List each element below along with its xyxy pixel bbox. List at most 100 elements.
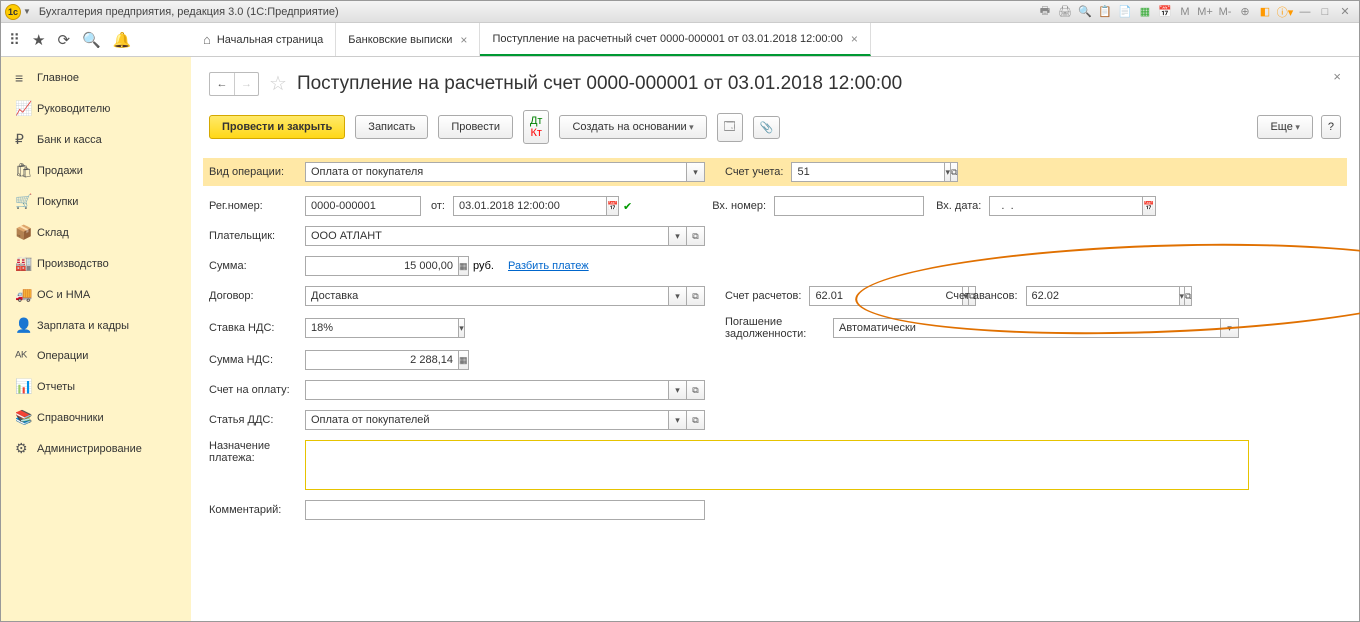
invoice-field[interactable] — [305, 380, 669, 400]
toolbar-icon[interactable]: M- — [1216, 3, 1234, 21]
debt-field[interactable] — [833, 318, 1221, 338]
toolbar-icon[interactable]: 📄 — [1116, 3, 1134, 21]
dropdown-icon[interactable]: ▾ — [669, 226, 687, 246]
attach-button[interactable]: 📎 — [753, 116, 781, 139]
split-payment-link[interactable]: Разбить платеж — [508, 260, 589, 272]
regnum-field[interactable] — [305, 196, 421, 216]
calendar-icon[interactable]: 📅 — [1143, 196, 1155, 216]
sidebar-item-admin[interactable]: ⚙Администрирование — [1, 433, 191, 464]
tab-label: Банковские выписки — [348, 34, 452, 46]
history-icon[interactable]: ⟳ — [57, 31, 70, 49]
calculator-icon[interactable]: ▦ — [1136, 3, 1154, 21]
sidebar-item-bank[interactable]: ₽Банк и касса — [1, 124, 191, 155]
search-icon[interactable]: 🔍 — [82, 31, 101, 49]
sidebar-item-reports[interactable]: 📊Отчеты — [1, 371, 191, 402]
sum-label: Сумма: — [209, 260, 305, 272]
toolbar-icon[interactable]: ◧ — [1256, 3, 1274, 21]
close-document-icon[interactable]: × — [1333, 69, 1341, 84]
inc-num-field[interactable] — [774, 196, 924, 216]
toolbar-icon[interactable]: 🖨 — [1056, 3, 1074, 21]
save-button[interactable]: Записать — [355, 115, 428, 139]
sidebar-item-assets[interactable]: 🚚ОС и НМА — [1, 279, 191, 310]
toolbar-icon[interactable]: M+ — [1196, 3, 1214, 21]
favorite-toggle-icon[interactable]: ☆ — [269, 71, 287, 96]
dtkt-icon: ᴬᴷ — [15, 348, 37, 364]
toolbar-icon[interactable]: ⊕ — [1236, 3, 1254, 21]
dropdown-icon[interactable]: ▾ — [669, 286, 687, 306]
contract-field[interactable] — [305, 286, 669, 306]
calculator-icon[interactable]: ▦ — [459, 350, 469, 370]
tab-close-icon[interactable]: × — [460, 33, 467, 47]
sidebar-item-label: Отчеты — [37, 381, 75, 393]
help-button[interactable]: ? — [1321, 115, 1341, 139]
post-button[interactable]: Провести — [438, 115, 513, 139]
bell-icon[interactable]: 🔔 — [113, 31, 132, 49]
toolbar-icon[interactable]: 🔍 — [1076, 3, 1094, 21]
maximize-icon[interactable]: □ — [1316, 3, 1334, 21]
home-icon: ⌂ — [203, 32, 211, 47]
date-field[interactable] — [453, 196, 607, 216]
dds-field[interactable] — [305, 410, 669, 430]
dropdown-icon[interactable]: ▾ — [669, 410, 687, 430]
toolbar-icon[interactable]: M — [1176, 3, 1194, 21]
operation-select[interactable] — [305, 162, 687, 182]
comment-field[interactable] — [305, 500, 705, 520]
tab-incoming-payment[interactable]: Поступление на расчетный счет 0000-00000… — [480, 23, 870, 56]
calendar-icon[interactable]: 📅 — [1156, 3, 1174, 21]
open-icon[interactable]: ⧉ — [1185, 286, 1192, 306]
dropdown-icon[interactable]: ▾ — [669, 380, 687, 400]
minimize-icon[interactable]: — — [1296, 3, 1314, 21]
apps-icon[interactable]: ⠿ — [9, 31, 20, 49]
sidebar-item-warehouse[interactable]: 📦Склад — [1, 217, 191, 248]
info-icon[interactable]: ⓘ▾ — [1276, 3, 1294, 21]
open-icon[interactable]: ⧉ — [687, 286, 705, 306]
structure-button[interactable]: 🗔 — [717, 113, 743, 142]
dropdown-icon[interactable]: ▾ — [687, 162, 705, 182]
favorite-icon[interactable]: ★ — [32, 31, 45, 49]
sidebar-item-references[interactable]: 📚Справочники — [1, 402, 191, 433]
settle-acc-field[interactable] — [809, 286, 963, 306]
dropdown-icon[interactable]: ▾ — [459, 318, 465, 338]
tab-label: Начальная страница — [217, 34, 323, 46]
advance-acc-label: Счет авансов: — [945, 290, 1017, 302]
sidebar-item-purchases[interactable]: 🛒Покупки — [1, 186, 191, 217]
inc-date-field[interactable] — [989, 196, 1143, 216]
calendar-icon[interactable]: 📅 — [607, 196, 619, 216]
sidebar-item-salary[interactable]: 👤Зарплата и кадры — [1, 310, 191, 341]
open-icon[interactable]: ⧉ — [687, 226, 705, 246]
calculator-icon[interactable]: ▦ — [459, 256, 469, 276]
sum-field[interactable] — [305, 256, 459, 276]
vat-sum-field[interactable] — [305, 350, 459, 370]
account-field[interactable] — [791, 162, 945, 182]
open-icon[interactable]: ⧉ — [687, 410, 705, 430]
open-icon[interactable]: ⧉ — [951, 162, 958, 182]
sidebar-item-operations[interactable]: ᴬᴷОперации — [1, 341, 191, 371]
tab-bank-statements[interactable]: Банковские выписки × — [336, 23, 480, 56]
purpose-textarea[interactable] — [305, 440, 1249, 490]
post-and-close-button[interactable]: Провести и закрыть — [209, 115, 345, 139]
app-menu-dropdown-icon[interactable]: ▼ — [23, 7, 31, 16]
open-icon[interactable]: ⧉ — [687, 380, 705, 400]
sidebar-item-manager[interactable]: 📈Руководителю — [1, 93, 191, 124]
dropdown-icon[interactable]: ▾ — [1221, 318, 1239, 338]
toolbar-icon[interactable]: 📋 — [1096, 3, 1114, 21]
person-icon: 👤 — [15, 317, 37, 334]
close-icon[interactable]: ✕ — [1336, 3, 1354, 21]
tab-home[interactable]: ⌂ Начальная страница — [191, 23, 336, 56]
create-based-button[interactable]: Создать на основании — [559, 115, 706, 139]
books-icon: 📚 — [15, 409, 37, 426]
sidebar-item-sales[interactable]: 🛍Продажи — [1, 155, 191, 186]
advance-acc-field[interactable] — [1026, 286, 1180, 306]
vat-rate-label: Ставка НДС: — [209, 322, 305, 334]
vat-rate-field[interactable] — [305, 318, 459, 338]
tab-close-icon[interactable]: × — [851, 32, 858, 46]
sidebar-item-main[interactable]: ≡Главное — [1, 63, 191, 93]
more-button[interactable]: Еще — [1257, 115, 1312, 139]
dtkt-button[interactable]: ДтКт — [523, 110, 550, 144]
nav-forward-button[interactable]: → — [234, 73, 258, 95]
sidebar-item-production[interactable]: 🏭Производство — [1, 248, 191, 279]
toolbar-icon[interactable]: 🖶 — [1036, 3, 1054, 21]
nav-back-button[interactable]: ← — [210, 73, 234, 95]
payer-field[interactable] — [305, 226, 669, 246]
window-title: Бухгалтерия предприятия, редакция 3.0 (1… — [39, 6, 339, 18]
